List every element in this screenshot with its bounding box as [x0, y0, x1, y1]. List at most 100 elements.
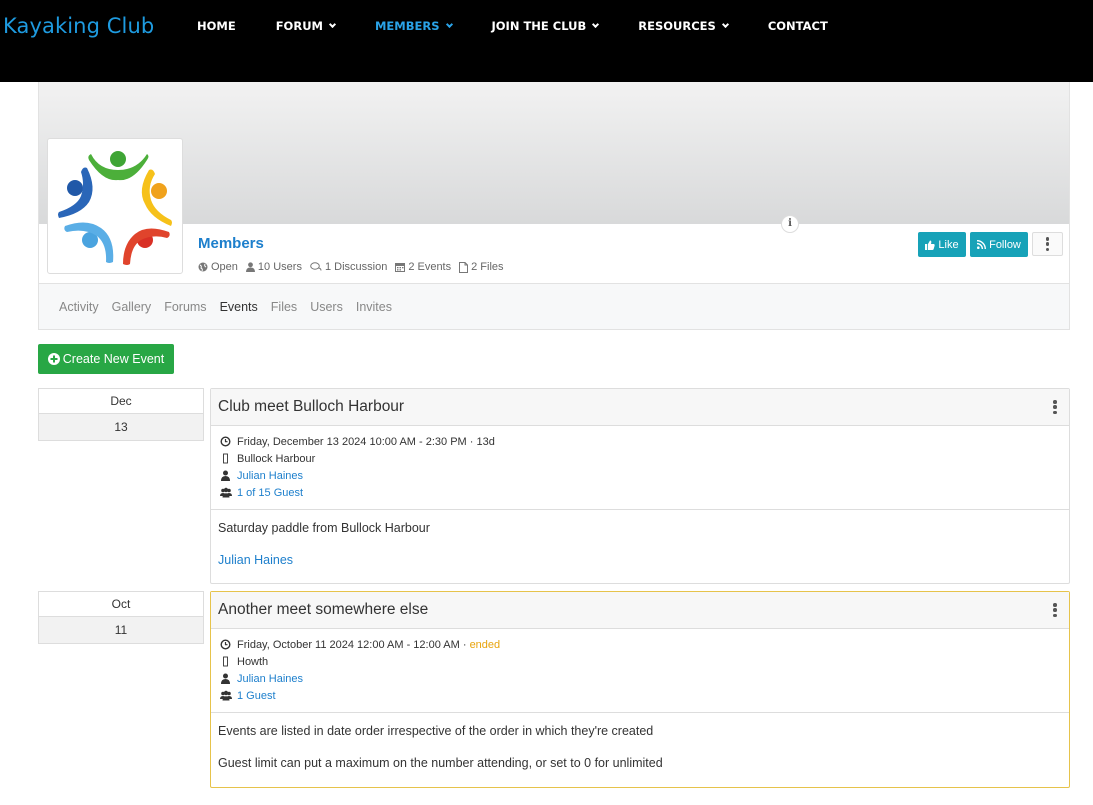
stat-users-label: 10 Users: [257, 261, 302, 273]
nav-forum-label: FORUM: [275, 19, 323, 33]
group-tabs: Activity Gallery Forums Events Files Use…: [38, 283, 1070, 330]
nav-contact-label: CONTACT: [767, 19, 828, 33]
event-guests-link[interactable]: 1 Guest: [237, 690, 276, 702]
event-day: 11: [39, 617, 203, 643]
event-meta: Friday, October 11 2024 12:00 AM - 12:00…: [211, 629, 1069, 713]
nav-home[interactable]: HOME: [197, 18, 236, 34]
event-organizer-link[interactable]: Julian Haines: [237, 470, 303, 482]
event-datetime-row: Friday, October 11 2024 12:00 AM - 12:00…: [220, 636, 1060, 653]
event-description-text: Saturday paddle from Bullock Harbour: [218, 521, 430, 535]
group-options-button[interactable]: [1032, 232, 1063, 256]
tab-forums[interactable]: Forums: [164, 300, 206, 314]
stat-users[interactable]: 10 Users: [245, 261, 302, 273]
tab-gallery[interactable]: Gallery: [112, 300, 152, 314]
users-icon: [220, 690, 232, 701]
event-meta: Friday, December 13 2024 10:00 AM - 2:30…: [211, 426, 1069, 510]
event-guests-row: 1 Guest: [220, 687, 1060, 704]
tab-invites[interactable]: Invites: [356, 300, 392, 314]
user-icon: [221, 673, 230, 684]
chevron-down-icon: [445, 20, 453, 29]
create-new-event-label: Create New Event: [62, 352, 165, 366]
event-card-header: Another meet somewhere else: [211, 592, 1069, 629]
kebab-menu-icon[interactable]: [1049, 602, 1061, 618]
people-circle-logo-icon: [58, 151, 172, 265]
group-logo[interactable]: [47, 138, 183, 274]
stat-files[interactable]: 2 Files: [459, 261, 504, 273]
nav-members[interactable]: MEMBERS: [374, 18, 453, 34]
event-month: Dec: [39, 389, 203, 414]
clock-icon: [220, 639, 231, 650]
tab-files[interactable]: Files: [271, 300, 297, 314]
event-guests-row: 1 of 15 Guest: [220, 484, 1060, 501]
event-description: Saturday paddle from Bullock Harbour Jul…: [211, 510, 1069, 593]
like-button[interactable]: Like: [918, 232, 966, 257]
clock-icon: [220, 436, 231, 447]
kebab-menu-icon[interactable]: [1049, 399, 1061, 415]
follow-button[interactable]: Follow: [970, 232, 1028, 257]
event-day: 13: [39, 414, 203, 440]
event-datetime: Friday, December 13 2024 10:00 AM - 2:30…: [237, 435, 495, 448]
create-new-event-button[interactable]: Create New Event: [38, 344, 174, 374]
rss-icon: [977, 240, 987, 249]
stat-discussions[interactable]: 1 Discussion: [310, 261, 387, 273]
nav-resources[interactable]: RESOURCES: [638, 18, 729, 34]
user-icon: [245, 262, 255, 272]
chevron-down-icon: [721, 20, 729, 29]
chevron-down-icon: [328, 20, 337, 29]
stat-events[interactable]: 2 Events: [395, 261, 451, 273]
group-title[interactable]: Members: [198, 235, 264, 252]
calendar-icon: [395, 263, 406, 272]
event-description: Events are listed in date order irrespec…: [211, 713, 1069, 796]
event-title[interactable]: Club meet Bulloch Harbour: [218, 398, 404, 416]
top-navbar: Kayaking Club HOME FORUM MEMBERS JOIN TH…: [0, 0, 1093, 82]
kebab-menu-icon: [1042, 236, 1054, 252]
event-month: Oct: [39, 592, 203, 617]
event-location-row: Bullock Harbour: [220, 450, 1060, 467]
nav-join-the-club[interactable]: JOIN THE CLUB: [491, 18, 600, 34]
thumbs-up-icon: [925, 240, 936, 250]
event-card: Club meet Bulloch Harbour Friday, Decemb…: [210, 388, 1070, 584]
site-brand[interactable]: Kayaking Club: [3, 14, 154, 38]
event-organizer-row: Julian Haines: [220, 467, 1060, 484]
event-datetime-row: Friday, December 13 2024 10:00 AM - 2:30…: [220, 433, 1060, 450]
nav-resources-label: RESOURCES: [638, 19, 716, 33]
tab-events[interactable]: Events: [220, 300, 258, 314]
stat-events-label: 2 Events: [408, 261, 452, 273]
nav-members-label: MEMBERS: [374, 19, 440, 33]
event-date-badge: Dec 13: [38, 388, 204, 441]
user-icon: [221, 470, 230, 481]
group-header-panel: [38, 224, 1070, 284]
event-location: Howth: [237, 655, 269, 668]
comments-icon: [310, 262, 322, 271]
tab-users[interactable]: Users: [310, 300, 343, 314]
event-location-row: Howth: [220, 653, 1060, 670]
event-card: Another meet somewhere else Friday, Octo…: [210, 591, 1070, 788]
info-icon[interactable]: i: [781, 215, 799, 233]
plus-circle-icon: [47, 353, 60, 365]
event-author-link[interactable]: Julian Haines: [218, 553, 1062, 568]
event-date-badge: Oct 11: [38, 591, 204, 644]
event-organizer-row: Julian Haines: [220, 670, 1060, 687]
like-button-label: Like: [938, 238, 959, 251]
group-stats: Open 10 Users 1 Discussion 2 Events 2 Fi…: [198, 261, 512, 273]
nav-join-label: JOIN THE CLUB: [491, 19, 587, 33]
globe-icon: [198, 262, 208, 272]
event-datetime: Friday, October 11 2024 12:00 AM - 12:00…: [237, 638, 467, 651]
tab-activity[interactable]: Activity: [59, 300, 99, 314]
event-card-header: Club meet Bulloch Harbour: [211, 389, 1069, 426]
event-ended-badge: ended: [469, 638, 501, 651]
event-guests-link[interactable]: 1 of 15 Guest: [237, 487, 303, 499]
stat-discussions-label: 1 Discussion: [324, 261, 388, 273]
stat-files-label: 2 Files: [471, 261, 504, 273]
event-organizer-link[interactable]: Julian Haines: [237, 673, 303, 685]
event-description-text: Events are listed in date order irrespec…: [218, 724, 654, 738]
map-marker-icon: [223, 656, 228, 667]
group-cover-image: [38, 82, 1070, 224]
nav-contact[interactable]: CONTACT: [768, 18, 828, 34]
event-title[interactable]: Another meet somewhere else: [218, 601, 428, 619]
chevron-down-icon: [592, 20, 600, 29]
map-marker-icon: [223, 453, 228, 464]
event-location: Bullock Harbour: [237, 452, 316, 465]
nav-forum[interactable]: FORUM: [275, 18, 337, 34]
nav-home-label: HOME: [197, 19, 236, 33]
